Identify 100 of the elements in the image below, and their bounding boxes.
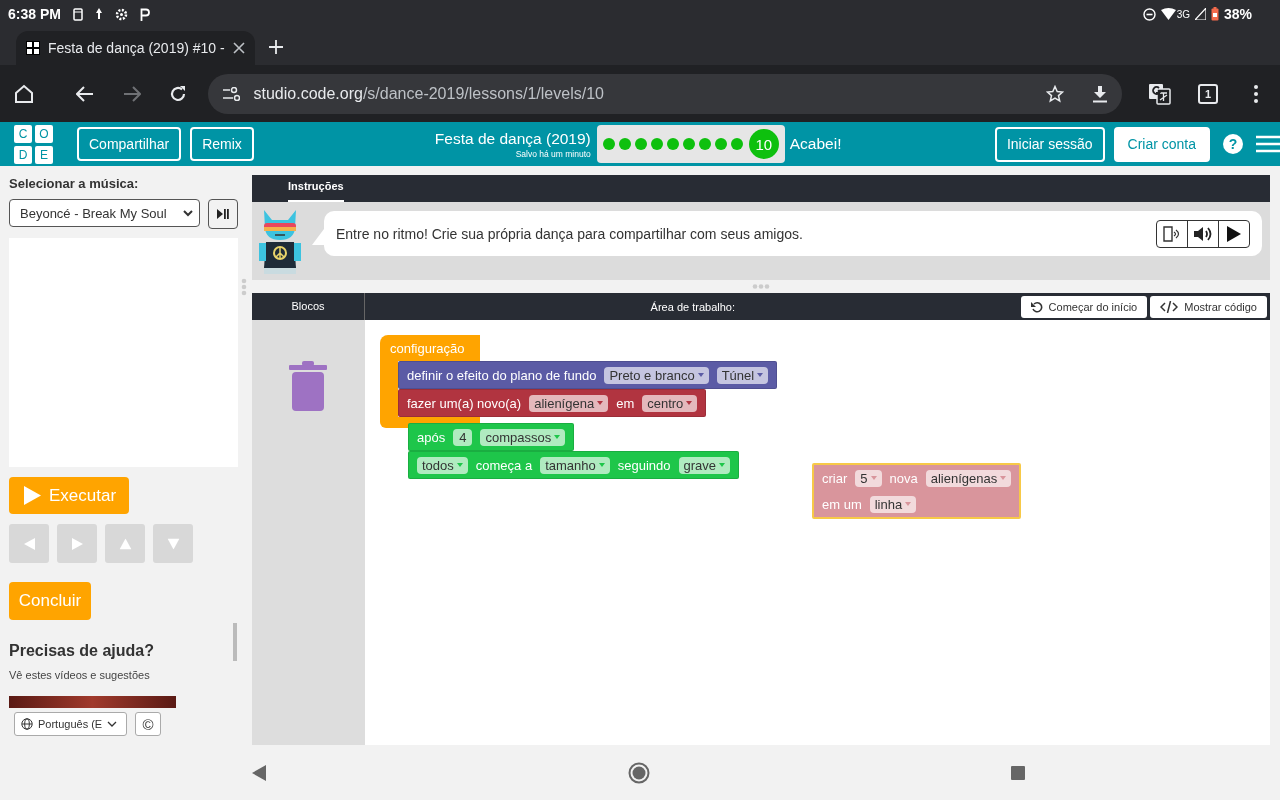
block-label: definir o efeito do plano de fundo	[407, 367, 597, 383]
help-button[interactable]: ?	[1223, 134, 1243, 154]
recent-apps-icon[interactable]	[1011, 765, 1025, 780]
site-settings-icon[interactable]	[221, 86, 240, 101]
resize-handle-icon[interactable]	[752, 284, 770, 289]
block-label: começa a	[475, 457, 533, 473]
triangle-icon	[23, 537, 35, 550]
dropdown-arrow-icon	[1000, 476, 1007, 480]
cat-character-drawing	[258, 208, 302, 274]
level-dot[interactable]	[730, 138, 743, 150]
site-logo[interactable]: C O D E	[14, 124, 53, 164]
start-over-button[interactable]: Começar do início	[1020, 295, 1148, 318]
block-dropdown[interactable]: Preto e branco	[604, 366, 709, 384]
clock-time: 6:38 PM	[8, 6, 61, 22]
block-label: nova	[889, 470, 918, 486]
level-dot[interactable]	[714, 138, 727, 150]
lesson-title: Festa de dança (2019)	[434, 129, 591, 148]
language-select[interactable]: Português (E	[14, 712, 127, 736]
code-block[interactable]: após 4 compassos	[408, 423, 575, 451]
triangle-icon	[167, 538, 179, 549]
block-dropdown[interactable]: todos	[417, 456, 468, 474]
sign-in-button[interactable]: Iniciar sessão	[994, 126, 1105, 162]
trash-icon[interactable]	[289, 361, 327, 411]
chevron-down-icon	[107, 721, 118, 727]
download-icon[interactable]	[1092, 84, 1108, 103]
signal-icon	[1194, 8, 1206, 20]
block-dropdown[interactable]: Túnel	[716, 366, 769, 384]
music-select[interactable]: Beyoncé - Break My Soul	[9, 199, 200, 227]
level-dot[interactable]	[602, 138, 615, 150]
more-menu-icon[interactable]	[1254, 84, 1258, 103]
reload-icon[interactable]	[169, 84, 188, 103]
code-block[interactable]: criar 5 nova alienígenas em um linha	[812, 463, 1022, 519]
block-label: configuração	[390, 340, 465, 356]
video-thumbnail[interactable]	[9, 696, 176, 708]
block-label: em	[616, 395, 635, 411]
block-dropdown[interactable]: 5	[855, 469, 882, 487]
remix-button[interactable]: Remix	[190, 127, 254, 161]
block-dropdown[interactable]: alienígena	[529, 394, 609, 412]
browser-tab[interactable]: Festa de dança (2019) #10 -	[16, 31, 255, 65]
level-dot[interactable]	[682, 138, 695, 150]
block-dropdown[interactable]: linha	[869, 495, 917, 513]
dropdown-arrow-icon	[905, 502, 912, 506]
forward-arrow-icon[interactable]	[122, 85, 141, 102]
dropdown-arrow-icon	[757, 373, 764, 377]
show-code-button[interactable]: Mostrar código	[1150, 295, 1267, 318]
network-type: 3G	[1176, 8, 1190, 20]
tab-title: Festa de dança (2019) #10 -	[48, 40, 225, 56]
finish-link[interactable]: Acabei!	[789, 135, 842, 153]
level-dot[interactable]	[618, 138, 631, 150]
new-tab-icon[interactable]	[268, 40, 283, 54]
back-icon[interactable]	[252, 764, 266, 781]
undo-icon	[1030, 300, 1043, 313]
block-dropdown[interactable]: tamanho	[540, 456, 610, 474]
play-pause-icon	[217, 209, 229, 219]
bookmark-star-icon[interactable]	[1046, 84, 1064, 103]
copyright-button[interactable]: ©	[135, 712, 161, 736]
code-block[interactable]: todos começa a tamanho seguindo grave	[408, 451, 740, 479]
chevron-down-icon	[183, 209, 193, 217]
block-dropdown[interactable]: centro	[642, 394, 698, 412]
dropdown-arrow-icon	[697, 373, 704, 377]
block-label: em um	[822, 496, 862, 512]
level-dot[interactable]	[666, 138, 679, 150]
dropdown-arrow-icon	[719, 463, 726, 467]
dropdown-arrow-icon	[870, 476, 877, 480]
triangle-icon	[119, 538, 131, 549]
dropdown-arrow-icon	[456, 463, 463, 467]
triangle-icon	[71, 537, 83, 550]
wifi-icon	[1160, 8, 1176, 20]
help-heading: Precisas de ajuda?	[9, 642, 155, 660]
number-field[interactable]: 4	[453, 428, 473, 446]
url-text: studio.code.org/s/dance-2019/lessons/1/levels/10	[253, 84, 604, 103]
level-dot[interactable]	[650, 138, 663, 150]
resize-handle-icon[interactable]	[241, 278, 247, 296]
save-status: Salvo há um minuto	[515, 148, 591, 159]
block-dropdown[interactable]: compassos	[480, 428, 566, 446]
create-account-button[interactable]: Criar conta	[1113, 126, 1210, 162]
play-icon	[24, 486, 41, 505]
block-label: fazer um(a) novo(a)	[407, 395, 522, 411]
level-dot[interactable]	[698, 138, 711, 150]
block-label: criar	[822, 470, 848, 486]
close-icon[interactable]	[232, 42, 245, 54]
translate-icon[interactable]	[1148, 82, 1172, 105]
level-dot[interactable]	[634, 138, 647, 150]
share-button[interactable]: Compartilhar	[77, 127, 182, 161]
battery-percentage: 38%	[1223, 6, 1252, 22]
code-block[interactable]: definir o efeito do plano de fundo Preto e branco Túnel	[398, 361, 778, 389]
play-pause-button[interactable]	[208, 199, 238, 229]
block-dropdown[interactable]: alienígenas	[925, 469, 1012, 487]
back-arrow-icon[interactable]	[76, 85, 95, 102]
block-dropdown[interactable]: grave	[678, 456, 731, 474]
dropdown-arrow-icon	[597, 401, 604, 405]
settings-icon	[114, 7, 128, 21]
music-label: Selecionar a música:	[9, 176, 140, 191]
code-block[interactable]: fazer um(a) novo(a) alienígena em centro	[398, 389, 707, 417]
workspace-heading: Área de trabalho:	[649, 300, 736, 313]
tab-count[interactable]: 1	[1198, 83, 1218, 104]
address-bar[interactable]: studio.code.org/s/dance-2019/lessons/1/levels/10	[207, 73, 1122, 114]
help-subtitle: Vê estes vídeos e sugestões	[9, 669, 151, 681]
instruction-text: Entre no ritmo! Crie sua própria dança para compartilhar com seus amigos.	[336, 225, 803, 242]
menu-icon[interactable]	[1256, 135, 1280, 153]
